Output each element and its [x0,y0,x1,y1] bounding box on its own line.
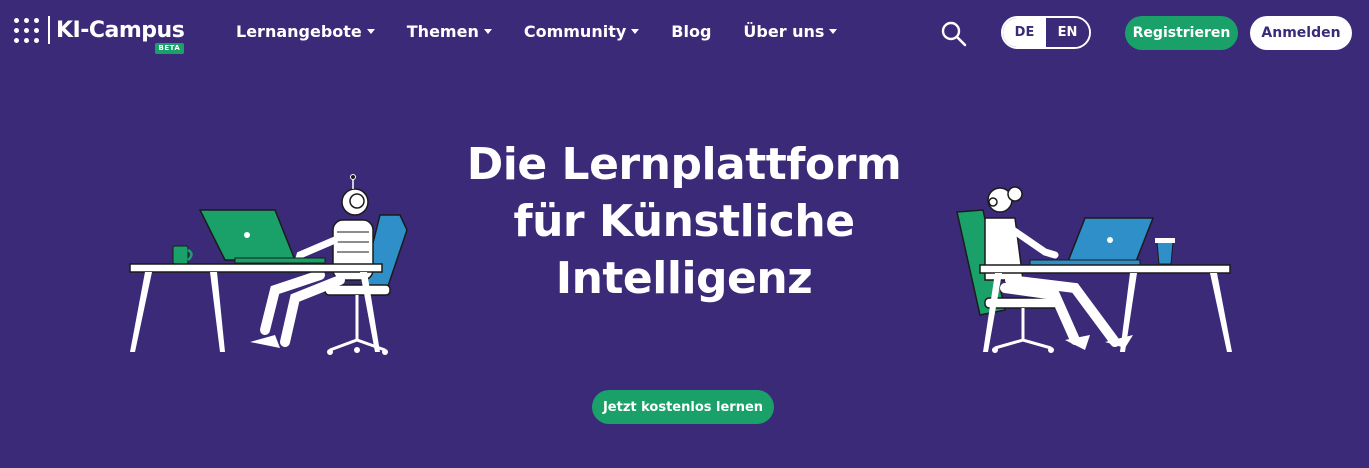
hero-title-line-1: Die Lernplattform [466,139,902,190]
start-learning-button[interactable]: Jetzt kostenlos lernen [592,390,774,424]
logo-dots-icon [14,18,40,44]
logo-divider [48,16,50,44]
logo-text: KI-Campus BETA [56,16,185,54]
chevron-down-icon [631,29,640,34]
lang-en-button[interactable]: EN [1046,18,1089,47]
beta-badge: BETA [154,43,185,54]
nav-blog[interactable]: Blog [671,22,711,41]
woman-at-desk-illustration [956,186,1232,353]
nav-ueber-uns[interactable]: Über uns [743,22,838,41]
chevron-down-icon [366,29,375,34]
main-nav: Lernangebote Themen Community Blog Über … [236,22,869,41]
hero-title: Die Lernplattform für Künstliche Intelli… [434,136,934,307]
nav-community-label: Community [523,22,627,41]
login-button[interactable]: Anmelden [1250,16,1352,50]
chevron-down-icon [829,29,838,34]
lang-de-button[interactable]: DE [1003,18,1046,47]
nav-community[interactable]: Community [523,22,640,41]
register-button[interactable]: Registrieren [1125,16,1238,50]
chevron-down-icon [483,29,492,34]
logo-wordmark: KI-Campus [56,18,185,43]
language-switch: DE EN [1001,16,1091,49]
nav-lernangebote[interactable]: Lernangebote [236,22,375,41]
nav-themen[interactable]: Themen [407,22,492,41]
nav-lernangebote-label: Lernangebote [236,22,362,41]
robot-at-desk-illustration [129,174,408,355]
hero-title-line-3: Intelligenz [555,253,813,304]
nav-blog-label: Blog [671,22,712,41]
nav-ueber-uns-label: Über uns [743,22,825,41]
search-icon[interactable] [940,20,968,48]
hero-title-line-2: für Künstliche [513,196,855,247]
site-header: KI-Campus BETA Lernangebote Themen Commu… [0,0,1369,68]
nav-themen-label: Themen [406,22,479,41]
ki-campus-logo[interactable]: KI-Campus BETA [14,16,185,54]
